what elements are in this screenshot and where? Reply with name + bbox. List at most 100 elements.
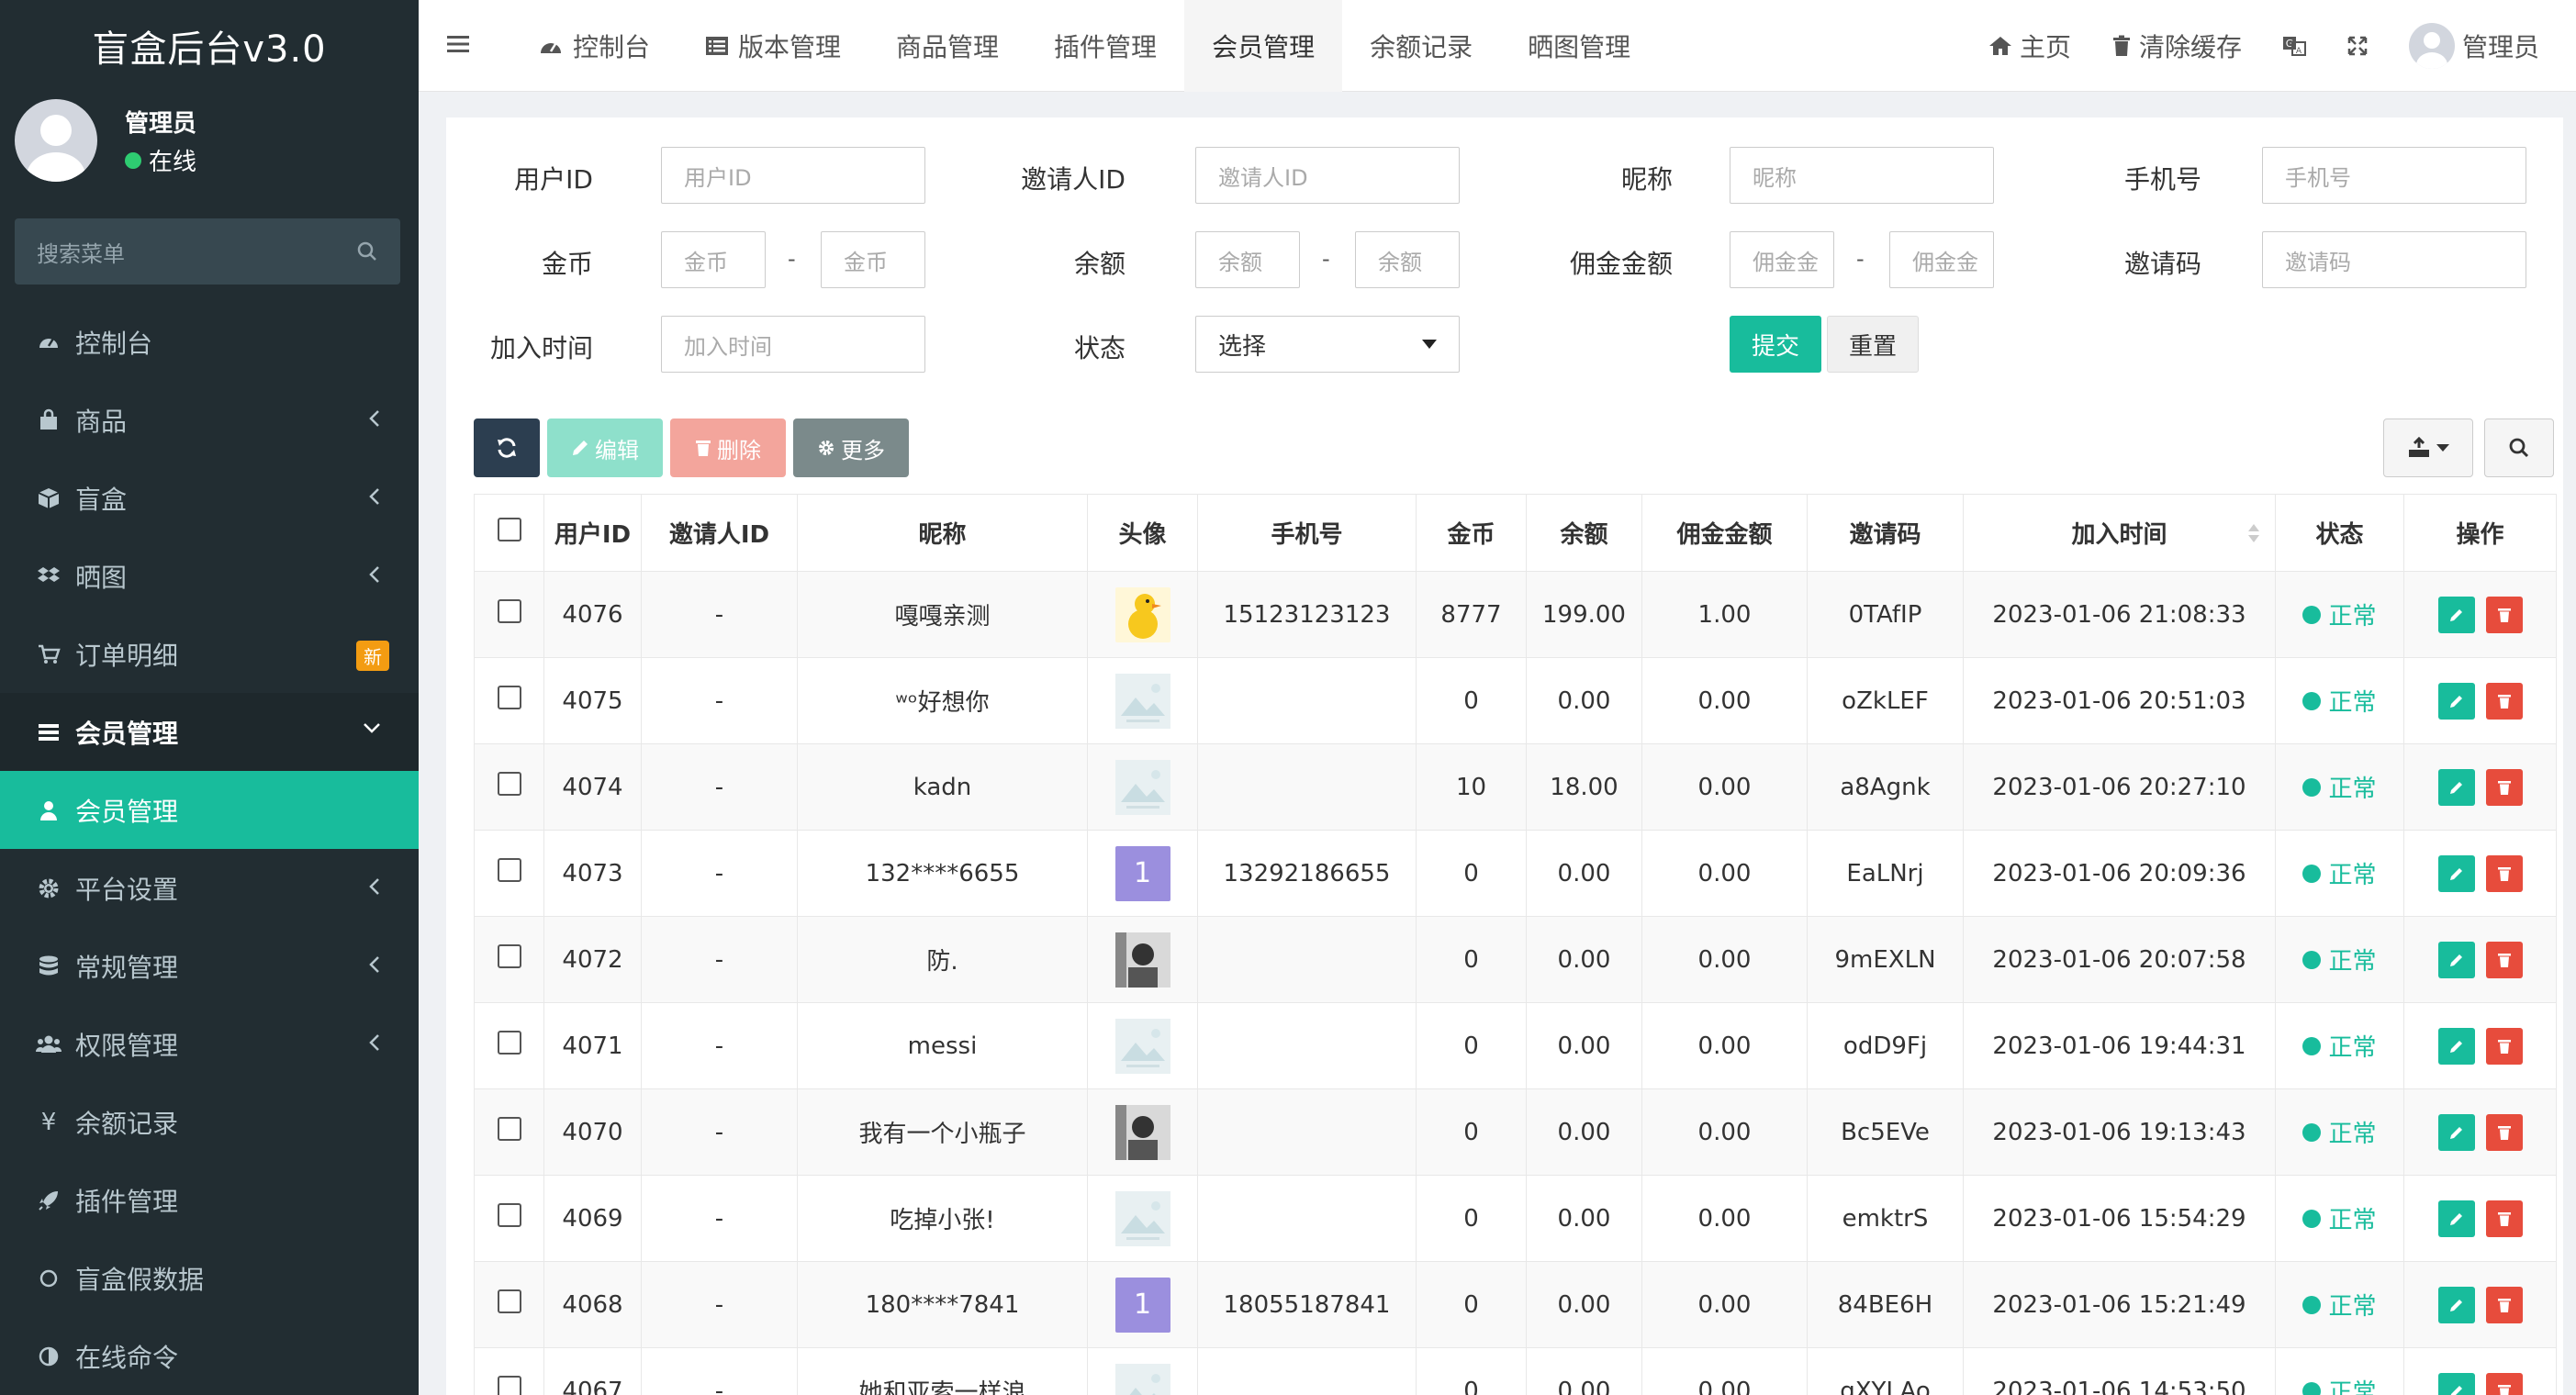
row-select-cell[interactable] (474, 1347, 544, 1395)
filter-balance-min-input[interactable]: 余额 (1195, 231, 1300, 288)
row-checkbox[interactable] (497, 772, 521, 796)
sidebar-item-dashboard[interactable]: 控制台 (0, 303, 419, 381)
avatar-image[interactable] (1114, 1190, 1170, 1246)
table-row[interactable]: 4075 - ʷᵒ好想你 0 0.00 0.00 oZkLEF 2023-01-… (474, 657, 2557, 744)
table-row[interactable]: 4072 - 防. 0 0.00 0.00 9mEXLN 2023-01-06 … (474, 916, 2557, 1003)
row-checkbox[interactable] (497, 944, 521, 968)
sidebar-item-plugins[interactable]: 插件管理 (0, 1161, 419, 1239)
row-checkbox[interactable] (497, 1203, 521, 1227)
tab-showcase[interactable]: 晒图管理 (1500, 0, 1658, 92)
submit-button[interactable]: 提交 (1730, 316, 1821, 373)
status-badge[interactable]: 正常 (2302, 1374, 2377, 1395)
filter-user-id-input[interactable]: 用户ID (661, 147, 925, 204)
tab-balance-log[interactable]: 余额记录 (1342, 0, 1500, 92)
row-delete-button[interactable] (2485, 854, 2523, 892)
row-edit-button[interactable] (2437, 768, 2475, 806)
sidebar-item-blindbox[interactable]: 盲盒 (0, 459, 419, 537)
avatar-image[interactable] (1114, 932, 1170, 988)
sidebar-item-permissions[interactable]: 权限管理 (0, 1005, 419, 1083)
row-select-cell[interactable] (474, 1261, 544, 1348)
filter-coin-max-input[interactable]: 金币 (821, 231, 925, 288)
translate-button[interactable]: GA (2282, 35, 2306, 57)
column-header[interactable]: 头像 (1087, 494, 1198, 572)
row-edit-button[interactable] (2437, 1372, 2475, 1395)
column-header[interactable]: 佣金金额 (1641, 494, 1808, 572)
row-edit-button[interactable] (2437, 854, 2475, 892)
table-row[interactable]: 4073 - 132****6655 1 13292186655 0 0.00 … (474, 830, 2557, 917)
sidebar-item-goods[interactable]: 商品 (0, 381, 419, 459)
row-checkbox[interactable] (497, 686, 521, 709)
row-select-cell[interactable] (474, 1088, 544, 1176)
sidebar-item-platform-settings[interactable]: 平台设置 (0, 849, 419, 927)
avatar-image[interactable]: 1 (1114, 845, 1170, 901)
avatar-image[interactable] (1114, 1018, 1170, 1074)
more-button[interactable]: 更多 (793, 418, 909, 477)
row-select-cell[interactable] (474, 571, 544, 658)
row-delete-button[interactable] (2485, 768, 2523, 806)
column-header[interactable]: 手机号 (1197, 494, 1417, 572)
fullscreen-button[interactable] (2346, 35, 2369, 57)
edit-button[interactable]: 编辑 (547, 418, 663, 477)
row-checkbox[interactable] (497, 858, 521, 882)
sidebar-item-general[interactable]: 常规管理 (0, 927, 419, 1005)
column-header[interactable]: 用户ID (543, 494, 642, 572)
sidebar-item-fake-data[interactable]: 盲盒假数据 (0, 1239, 419, 1317)
column-header[interactable]: 昵称 (797, 494, 1088, 572)
table-row[interactable]: 4069 - 吃掉小张! 0 0.00 0.00 emktrS 2023-01-… (474, 1175, 2557, 1262)
row-delete-button[interactable] (2485, 1286, 2523, 1323)
row-delete-button[interactable] (2485, 1200, 2523, 1237)
table-row[interactable]: 4067 - 她和亚索一样浪 0 0.00 0.00 gXYLAo 2023-0… (474, 1347, 2557, 1395)
delete-button[interactable]: 删除 (670, 418, 786, 477)
sidebar-item-member-manage[interactable]: 会员管理 (0, 771, 419, 849)
tab-plugins[interactable]: 插件管理 (1026, 0, 1184, 92)
filter-join-time-input[interactable]: 加入时间 (661, 316, 925, 373)
column-header[interactable]: 余额 (1526, 494, 1642, 572)
row-edit-button[interactable] (2437, 1113, 2475, 1151)
row-checkbox[interactable] (497, 1117, 521, 1141)
refresh-button[interactable] (474, 418, 540, 477)
table-row[interactable]: 4074 - kadn 10 18.00 0.00 a8Agnk 2023-01… (474, 743, 2557, 831)
column-header-sortable[interactable]: 加入时间 (1963, 494, 2276, 572)
avatar-image[interactable] (1114, 1104, 1170, 1160)
row-select-cell[interactable] (474, 916, 544, 1003)
sort-icon[interactable] (2247, 522, 2260, 544)
row-select-cell[interactable] (474, 830, 544, 917)
row-checkbox[interactable] (497, 1289, 521, 1313)
status-badge[interactable]: 正常 (2302, 1115, 2377, 1149)
table-row[interactable]: 4076 - 嘎嘎亲测 15123123123 8777 199.00 1.00… (474, 571, 2557, 658)
row-edit-button[interactable] (2437, 1200, 2475, 1237)
filter-inviter-id-input[interactable]: 邀请人ID (1195, 147, 1460, 204)
sidebar-item-member-group[interactable]: 会员管理 (0, 693, 419, 771)
search-icon[interactable] (356, 240, 378, 262)
table-row[interactable]: 4070 - 我有一个小瓶子 0 0.00 0.00 Bc5EVe 2023-0… (474, 1088, 2557, 1176)
admin-menu[interactable]: 管理员 (2408, 23, 2539, 69)
status-badge[interactable]: 正常 (2302, 943, 2377, 976)
sidebar-item-balance-log[interactable]: ¥ 余额记录 (0, 1083, 419, 1161)
column-header[interactable]: 金币 (1416, 494, 1527, 572)
row-checkbox[interactable] (497, 1376, 521, 1395)
filter-coin-min-input[interactable]: 金币 (661, 231, 766, 288)
row-edit-button[interactable] (2437, 941, 2475, 978)
tab-members[interactable]: 会员管理 (1184, 0, 1343, 92)
avatar-image[interactable] (1114, 673, 1170, 729)
tab-goods[interactable]: 商品管理 (868, 0, 1026, 92)
select-all-cell[interactable] (474, 494, 544, 572)
row-select-cell[interactable] (474, 743, 544, 831)
status-badge[interactable]: 正常 (2302, 770, 2377, 804)
avatar-image[interactable]: 1 (1114, 1277, 1170, 1333)
status-badge[interactable]: 正常 (2302, 1029, 2377, 1063)
tab-dashboard[interactable]: 控制台 (510, 0, 678, 92)
export-button[interactable] (2383, 418, 2473, 477)
clear-cache-button[interactable]: 清除缓存 (2111, 28, 2242, 64)
filter-status-select[interactable]: 选择 (1195, 316, 1460, 373)
row-delete-button[interactable] (2485, 1372, 2523, 1395)
filter-commission-max-input[interactable]: 佣金金 (1889, 231, 1994, 288)
row-delete-button[interactable] (2485, 941, 2523, 978)
column-header[interactable]: 邀请码 (1807, 494, 1964, 572)
row-edit-button[interactable] (2437, 1286, 2475, 1323)
row-delete-button[interactable] (2485, 682, 2523, 720)
row-checkbox[interactable] (497, 1031, 521, 1055)
filter-mobile-input[interactable]: 手机号 (2262, 147, 2526, 204)
column-header[interactable]: 邀请人ID (641, 494, 798, 572)
tab-versions[interactable]: 版本管理 (678, 0, 868, 92)
